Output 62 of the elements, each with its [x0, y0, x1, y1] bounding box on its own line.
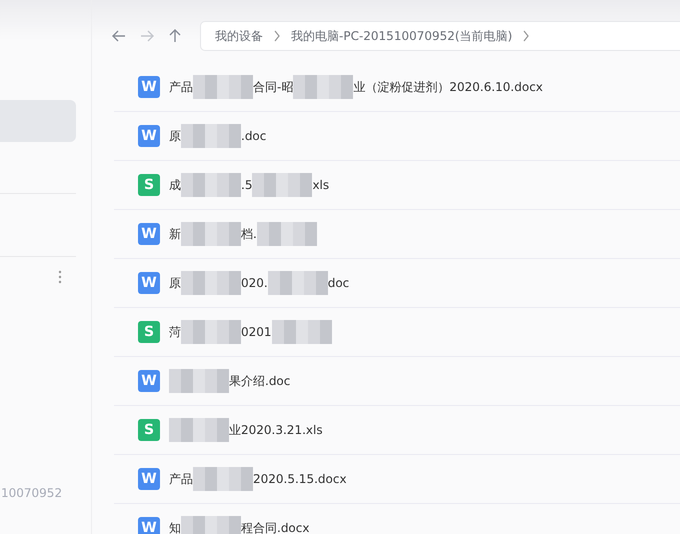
file-name-fragment: 新 — [169, 226, 181, 242]
file-type-s-icon: S — [138, 174, 160, 196]
file-name-fragment: 菏 — [169, 324, 181, 340]
pixelated-mosaic — [181, 320, 241, 344]
pixelated-mosaic — [181, 173, 241, 197]
file-row[interactable]: W 知 程合同.docx — [114, 504, 680, 534]
pixelated-mosaic — [181, 124, 241, 148]
breadcrumb-item[interactable]: 我的电脑-PC-201510070952(当前电脑) — [291, 28, 512, 44]
pixelated-mosaic — [268, 271, 328, 295]
file-type-s-icon: S — [138, 419, 160, 441]
file-name-fragment: 0201 — [241, 325, 272, 339]
file-row[interactable]: S 成 .5 xls — [114, 161, 680, 210]
file-row[interactable]: W 产品 2020.5.15.docx — [114, 455, 680, 504]
pixelated-mosaic — [193, 75, 253, 99]
pixelated-mosaic — [181, 516, 241, 534]
file-name-fragment: 原 — [169, 128, 181, 144]
file-type-w-icon: W — [138, 468, 160, 490]
pixelated-mosaic — [293, 75, 354, 99]
file-name-fragment: 产品 — [169, 78, 193, 96]
file-row[interactable]: W 原 020. doc — [114, 259, 680, 308]
file-type-w-icon: W — [138, 223, 160, 245]
pixelated-mosaic — [181, 222, 241, 246]
file-name-fragment: 业（淀粉促进剂）2020.6.10.docx — [353, 78, 543, 96]
file-row[interactable]: W 新 档. — [114, 210, 680, 259]
file-name-fragment: 020. — [241, 276, 268, 290]
more-options-icon[interactable] — [58, 270, 62, 284]
file-row[interactable]: W 果介绍.doc — [114, 357, 680, 406]
pixelated-mosaic — [169, 418, 229, 442]
file-name-fragment: 成 — [169, 176, 181, 194]
pixelated-mosaic — [256, 222, 317, 246]
file-name-fragment: 产品 — [169, 470, 193, 488]
chevron-icon — [522, 30, 530, 42]
pixelated-mosaic — [193, 467, 253, 491]
file-type-w-icon: W — [138, 76, 160, 98]
pixelated-mosaic — [272, 320, 332, 344]
pixelated-mosaic — [169, 369, 229, 393]
chevron-icon — [273, 30, 281, 42]
device-id: 10070952 — [1, 486, 64, 500]
file-row[interactable]: S 业2020.3.21.xls — [114, 406, 680, 455]
file-name-fragment: 原 — [169, 274, 181, 292]
breadcrumb-item[interactable]: 我的设备 — [215, 28, 263, 44]
file-type-s-icon: S — [138, 321, 160, 343]
file-name-fragment: 档. — [241, 226, 257, 242]
file-name-fragment: 知 — [169, 520, 181, 534]
file-row[interactable]: W 产品 合同-昭 业（淀粉促进剂）2020.6.10.docx — [114, 63, 680, 112]
pixelated-mosaic — [181, 271, 241, 295]
file-row[interactable]: S 菏 0201 — [114, 308, 680, 357]
file-row[interactable]: W 原 .doc — [114, 112, 680, 161]
file-type-w-icon: W — [138, 272, 160, 294]
file-name-fragment: doc — [328, 276, 350, 290]
file-type-w-icon: W — [138, 125, 160, 147]
file-name-fragment: .5 — [241, 178, 252, 192]
file-name-fragment: 2020.5.15.docx — [253, 472, 347, 486]
file-name-fragment: .doc — [241, 129, 266, 143]
file-name-fragment: 业2020.3.21.xls — [229, 422, 323, 438]
file-name-fragment: 程合同.docx — [241, 520, 310, 534]
file-type-w-icon: W — [138, 370, 160, 392]
file-name-fragment: 合同-昭 — [253, 78, 294, 96]
file-type-w-icon: W — [138, 517, 160, 534]
file-name-fragment: xls — [312, 178, 330, 192]
pixelated-mosaic — [252, 173, 312, 197]
file-name-fragment: 果介绍.doc — [229, 372, 290, 390]
